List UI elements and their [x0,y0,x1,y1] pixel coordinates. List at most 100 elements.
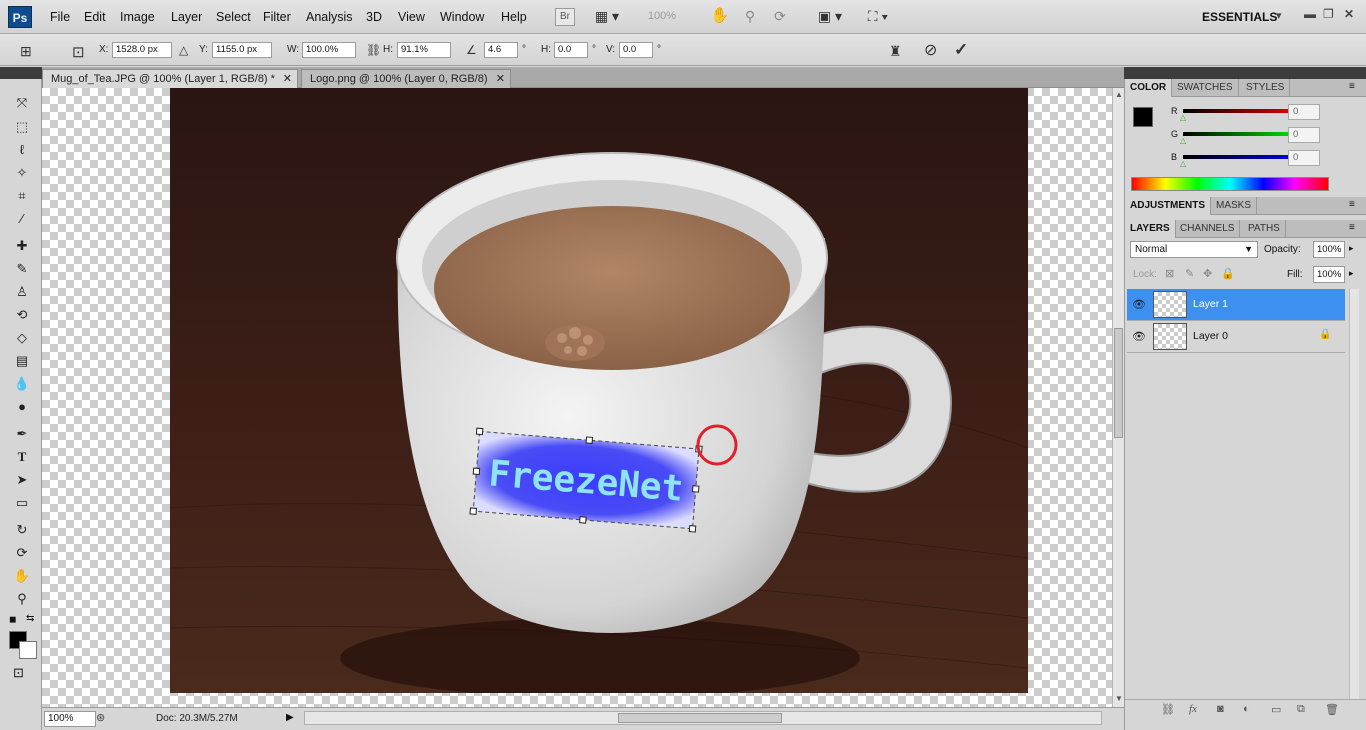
layer-name[interactable]: Layer 1 [1193,298,1228,310]
panel-menu-icon[interactable]: ≡ [1349,222,1355,233]
tab-styles[interactable]: STYLES [1241,79,1291,97]
blur-tool-icon[interactable]: 💧 [11,374,33,394]
panel-menu-icon[interactable]: ≡ [1349,199,1355,210]
canvas-area[interactable]: FreezeNet [42,88,1112,707]
red-value-field[interactable]: 0 [1288,104,1320,120]
gradient-tool-icon[interactable]: ▤ [11,351,33,371]
color-spectrum-ramp[interactable] [1131,177,1329,191]
visibility-eye-icon[interactable]: 👁 [1132,298,1146,311]
visibility-eye-icon[interactable]: 👁 [1132,330,1146,343]
lock-transparency-icon[interactable]: ⊠ [1165,267,1174,280]
tab-logo[interactable]: Logo.png @ 100% (Layer 0, RGB/8) ✕ [301,69,511,88]
marquee-tool-icon[interactable]: ⬚ [11,117,33,137]
history-brush-icon[interactable]: ⟲ [11,305,33,325]
new-layer-icon[interactable]: ⧉ [1297,703,1305,716]
layer-row-layer-1[interactable]: 👁 Layer 1 [1127,289,1345,321]
document-image[interactable]: FreezeNet [170,88,1028,693]
layer-name[interactable]: Layer 0 [1193,330,1228,342]
menu-window[interactable]: Window [440,10,484,24]
default-colors-icon[interactable]: ◼ [9,614,16,625]
panel-menu-icon[interactable]: ≡ [1349,81,1355,92]
eraser-icon[interactable]: ◇ [11,328,33,348]
restore-icon[interactable]: ❐ [1323,7,1334,21]
delta-icon[interactable]: △ [179,43,188,57]
path-selection-icon[interactable]: ➤ [11,470,33,490]
menu-file[interactable]: File [50,10,70,24]
menu-view[interactable]: View [398,10,425,24]
tab-channels[interactable]: CHANNELS [1175,220,1241,238]
zoom-field[interactable]: 100% [44,711,96,727]
layer-row-layer-0[interactable]: 👁 Layer 0 🔒 [1127,321,1345,353]
tab-mug-of-tea[interactable]: Mug_of_Tea.JPG @ 100% (Layer 1, RGB/8) *… [42,69,298,88]
close-icon[interactable]: ✕ [1344,7,1354,21]
blue-value-field[interactable]: 0 [1288,150,1320,166]
document-info-icon[interactable]: ⊛ [96,711,105,724]
slider-handle-icon[interactable]: △ [1180,136,1186,145]
y-position-field[interactable]: 1155.0 px [212,42,272,58]
type-tool-icon[interactable]: T [11,447,33,467]
tab-adjustments[interactable]: ADJUSTMENTS [1125,197,1212,215]
green-value-field[interactable]: 0 [1288,127,1320,143]
slider-handle-icon[interactable]: △ [1180,159,1186,168]
3d-rotate-icon[interactable]: ↻ [11,520,33,540]
rotate-view-icon[interactable]: ⟳ [770,8,790,26]
scroll-down-icon[interactable]: ▼ [1115,694,1123,703]
menu-select[interactable]: Select [216,10,251,24]
zoom-tool-icon[interactable]: ⚲ [11,589,33,609]
workspace-switcher[interactable]: ESSENTIALS [1202,10,1277,24]
opacity-field[interactable]: 100% [1313,241,1345,258]
vertical-scrollbar[interactable]: ▲ ▼ [1112,88,1124,707]
crop-tool-icon[interactable]: ⌗ [11,186,33,206]
bridge-button[interactable]: Br [555,8,575,26]
rotation-angle-field[interactable]: 4.6 [484,42,518,58]
screen-mode-button[interactable]: ⛶ ▾ [860,8,896,26]
menu-image[interactable]: Image [120,10,155,24]
horizontal-scroll-thumb[interactable] [618,713,782,723]
zoom-level-select[interactable]: 100% [636,8,688,26]
link-icon[interactable]: ⛓ [366,43,381,57]
reference-point-icon[interactable]: ⊡ [72,43,85,61]
layer-style-icon[interactable]: fx [1189,703,1197,715]
new-group-icon[interactable]: ▭ [1271,703,1281,716]
menu-3d[interactable]: 3D [366,10,382,24]
lock-position-icon[interactable]: ✥ [1203,267,1212,280]
background-color-swatch[interactable] [19,641,37,659]
foreground-color-swatch[interactable] [1133,107,1153,127]
tab-swatches[interactable]: SWATCHES [1172,79,1239,97]
menu-filter[interactable]: Filter [263,10,291,24]
cancel-transform-icon[interactable]: ⊘ [924,40,937,60]
width-scale-field[interactable]: 100.0% [302,42,356,58]
close-icon[interactable]: ✕ [496,70,505,88]
layer-mask-icon[interactable]: ◙ [1217,703,1224,715]
link-layers-icon[interactable]: ⛓ [1161,703,1175,716]
toolbox-header[interactable] [0,67,42,79]
dodge-tool-icon[interactable]: ● [11,397,33,417]
fill-arrow-icon[interactable]: ▸ [1349,268,1354,279]
lock-all-icon[interactable]: 🔒 [1221,267,1235,280]
magic-wand-icon[interactable]: ✧ [11,163,33,183]
warp-mode-icon[interactable]: ♜ [889,43,902,60]
pen-tool-icon[interactable]: ✒ [11,424,33,444]
tab-paths[interactable]: PATHS [1243,220,1286,238]
quick-mask-icon[interactable]: ⊡ [13,665,24,681]
3d-orbit-icon[interactable]: ⟳ [11,543,33,563]
minimize-icon[interactable]: ▬ [1304,7,1316,21]
adjustment-layer-icon[interactable]: ◐ [1243,703,1250,715]
shape-tool-icon[interactable]: ▭ [11,493,33,513]
arrange-documents-button[interactable]: ▣ ▾ [812,8,848,26]
vertical-scroll-thumb[interactable] [1114,328,1123,438]
horizontal-scrollbar[interactable] [304,711,1102,725]
layers-scrollbar[interactable] [1349,289,1359,699]
slider-handle-icon[interactable]: △ [1180,113,1186,122]
hand-tool-icon[interactable]: ✋ [710,8,730,26]
eyedropper-icon[interactable]: ⁄ [11,209,33,229]
close-icon[interactable]: ✕ [283,70,292,88]
move-tool-icon[interactable]: ⤧ [11,93,33,113]
menu-layer[interactable]: Layer [171,10,202,24]
tab-masks[interactable]: MASKS [1211,197,1258,215]
chevron-down-icon[interactable]: ▾ [1276,9,1282,22]
clone-stamp-icon[interactable]: ♙ [11,282,33,302]
zoom-tool-icon[interactable]: ⚲ [740,8,760,26]
panel-dock-header[interactable] [1124,67,1366,79]
scroll-up-icon[interactable]: ▲ [1115,90,1123,99]
